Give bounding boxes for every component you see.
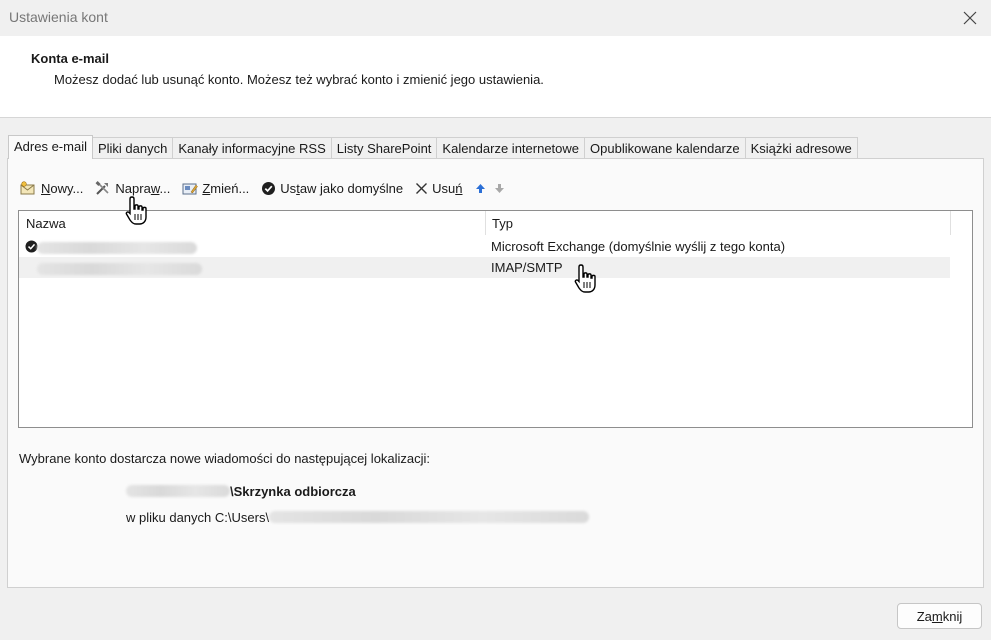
redacted-text: [37, 262, 202, 275]
accounts-list[interactable]: Nazwa Typ Microsoft Exchange (domyślnie …: [18, 210, 973, 428]
change-button[interactable]: Zmień...: [182, 177, 249, 199]
column-separator[interactable]: [950, 211, 951, 235]
arrow-up-icon: [475, 183, 485, 193]
title-bar: Ustawienia kont: [0, 0, 991, 36]
redacted-text: [126, 485, 230, 497]
delivery-location: \Skrzynka odbiorcza w pliku danych C:\Us…: [126, 482, 590, 526]
new-account-icon: [20, 180, 35, 194]
data-file-path-prefix: w pliku danych C:\Users\: [126, 509, 270, 525]
account-row-imap[interactable]: IMAP/SMTP: [19, 257, 950, 278]
header-title: Konta e-mail: [31, 51, 110, 66]
tab-published-calendars[interactable]: Opublikowane kalendarze: [584, 137, 746, 159]
repair-tools-icon: [95, 180, 109, 195]
repair-button[interactable]: Napraw...: [95, 177, 170, 199]
column-header-type[interactable]: Typ: [485, 211, 950, 235]
delivery-location-label: Wybrane konto dostarcza nowe wiadomości …: [19, 451, 431, 466]
account-type: IMAP/SMTP: [491, 260, 563, 275]
change-button-label: Zmień...: [202, 180, 250, 196]
tab-sharepoint-lists[interactable]: Listy SharePoint: [330, 137, 438, 159]
redacted-text: [37, 241, 197, 254]
arrow-down-icon: [494, 183, 504, 193]
list-header: Nazwa Typ: [19, 211, 972, 235]
header-description: Możesz dodać lub usunąć konto. Możesz te…: [54, 72, 544, 87]
x-icon: [416, 182, 428, 194]
email-tab-panel: Nowy... Napraw... Zmień... Ustaw jako do…: [7, 158, 984, 588]
window-title: Ustawienia kont: [9, 9, 108, 25]
repair-button-label: Napraw...: [115, 180, 171, 196]
set-default-button[interactable]: Ustaw jako domyślne: [261, 177, 403, 199]
inbox-folder-path: \Skrzynka odbiorcza: [230, 483, 356, 499]
tab-email[interactable]: Adres e-mail: [8, 135, 93, 159]
account-row-exchange[interactable]: Microsoft Exchange (domyślnie wyślij z t…: [19, 236, 950, 257]
tab-strip: Adres e-mail Pliki danych Kanały informa…: [8, 135, 858, 159]
account-name-redacted: [37, 260, 202, 275]
set-default-button-label: Ustaw jako domyślne: [280, 180, 404, 196]
move-down-button[interactable]: [494, 183, 505, 194]
change-icon: [182, 183, 199, 194]
close-icon: [963, 11, 977, 25]
close-dialog-button[interactable]: Zamknij: [897, 603, 982, 629]
new-button-label: Nowy...: [41, 180, 84, 196]
remove-button-label: Usuń: [432, 180, 463, 196]
checkmark-icon: [262, 181, 276, 195]
close-window-button[interactable]: [955, 3, 985, 33]
close-dialog-button-label: Zamknij: [916, 608, 963, 624]
account-name-redacted: [37, 239, 197, 254]
tab-rss-feeds[interactable]: Kanały informacyjne RSS: [172, 137, 332, 159]
header-panel: Konta e-mail Możesz dodać lub usunąć kon…: [0, 36, 991, 118]
account-type: Microsoft Exchange (domyślnie wyślij z t…: [491, 239, 786, 254]
new-button[interactable]: Nowy...: [20, 177, 83, 199]
redacted-text: [269, 511, 590, 523]
column-header-name[interactable]: Nazwa: [19, 211, 485, 235]
remove-button[interactable]: Usuń: [415, 177, 463, 199]
toolbar: Nowy... Napraw... Zmień... Ustaw jako do…: [20, 177, 513, 199]
move-up-button[interactable]: [475, 183, 486, 194]
tab-data-files[interactable]: Pliki danych: [91, 137, 174, 159]
tab-internet-calendars[interactable]: Kalendarze internetowe: [436, 137, 586, 159]
tab-address-books[interactable]: Książki adresowe: [744, 137, 858, 159]
